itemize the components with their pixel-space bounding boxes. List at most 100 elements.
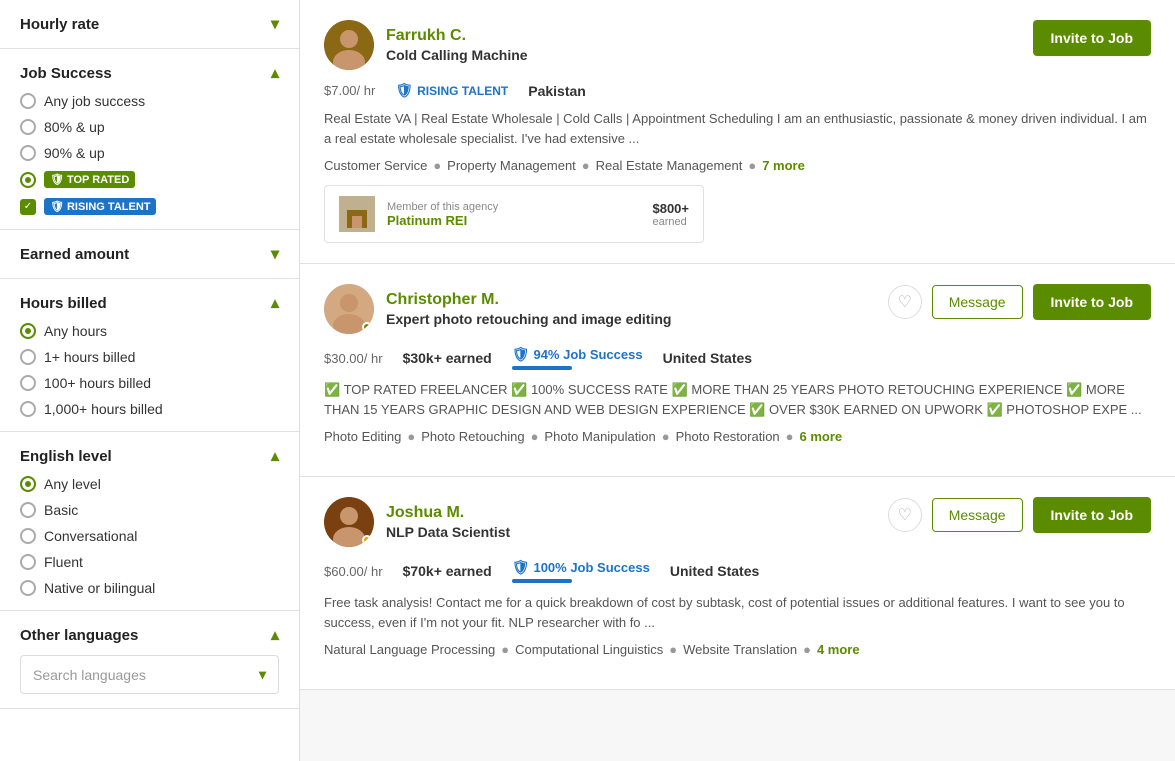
job-success-title: Job Success [20, 65, 112, 82]
radio-english-native [20, 580, 36, 596]
english-any[interactable]: Any level [20, 476, 279, 492]
farrukh-rate: $7.00/ hr [324, 82, 375, 99]
dot-j2: ● [669, 642, 677, 657]
sidebar-section-languages: Other languages ▴ Search languages ▾ [0, 611, 299, 709]
hours-billed-options: Any hours 1+ hours billed 100+ hours bil… [20, 323, 279, 417]
joshua-invite-button[interactable]: Invite to Job [1033, 497, 1151, 533]
freelancer-card-christopher: Christopher M. Expert photo retouching a… [300, 264, 1175, 477]
farrukh-actions: Invite to Job [1033, 20, 1151, 56]
christopher-heart-button[interactable]: ♡ [888, 285, 922, 319]
joshua-info: Joshua M. NLP Data Scientist [386, 504, 510, 540]
christopher-message-button[interactable]: Message [932, 285, 1023, 319]
christopher-meta: $30.00/ hr $30k+ earned 🛡 94% Job Succes… [324, 346, 1151, 370]
joshua-title: NLP Data Scientist [386, 524, 510, 540]
christopher-name[interactable]: Christopher M. [386, 291, 671, 309]
christopher-info: Christopher M. Expert photo retouching a… [386, 291, 671, 327]
job-success-80[interactable]: 80% & up [20, 119, 279, 135]
job-success-90[interactable]: 90% & up [20, 145, 279, 161]
top-rated-label: TOP RATED [67, 174, 129, 186]
joshua-skills-more[interactable]: 4 more [817, 642, 860, 657]
english-chevron: ▴ [271, 446, 279, 466]
shield-icon-joshua: 🛡 [512, 559, 530, 576]
earned-header[interactable]: Earned amount ▾ [20, 244, 279, 264]
agency-earned-label: earned [652, 216, 689, 228]
radio-hours-1plus [20, 349, 36, 365]
joshua-job-success-bar [512, 579, 572, 583]
english-conversational[interactable]: Conversational [20, 528, 279, 544]
rising-talent-badge: 🛡 RISING TALENT [44, 198, 156, 215]
job-success-header[interactable]: Job Success ▴ [20, 63, 279, 83]
job-success-rising-talent[interactable]: ✓ 🛡 RISING TALENT [20, 198, 279, 215]
english-conv-label: Conversational [44, 528, 137, 544]
hours-billed-header[interactable]: Hours billed ▴ [20, 293, 279, 313]
languages-header[interactable]: Other languages ▴ [20, 625, 279, 645]
job-success-any[interactable]: Any job success [20, 93, 279, 109]
christopher-actions: ♡ Message Invite to Job [888, 284, 1151, 320]
radio-80-label: 80% & up [44, 119, 105, 135]
search-languages-dropdown[interactable]: Search languages ▾ [20, 655, 279, 694]
avatar-svg [324, 20, 374, 70]
skill-property-management: Property Management [447, 158, 576, 173]
joshua-location: United States [670, 563, 759, 579]
joshua-status-dot [362, 535, 372, 545]
english-fluent[interactable]: Fluent [20, 554, 279, 570]
farrukh-info: Farrukh C. Cold Calling Machine [386, 27, 528, 63]
freelancer-card-joshua: Joshua M. NLP Data Scientist ♡ Message I… [300, 477, 1175, 690]
christopher-skills-more[interactable]: 6 more [800, 429, 843, 444]
agency-thumb-img [339, 196, 375, 232]
english-basic[interactable]: Basic [20, 502, 279, 518]
dot3: ● [748, 158, 756, 173]
joshua-job-success-wrapper: 🛡 100% Job Success [512, 559, 650, 583]
job-success-chevron: ▴ [271, 63, 279, 83]
english-options: Any level Basic Conversational Fluent Na… [20, 476, 279, 596]
shield-icon-top: 🛡 [50, 173, 64, 186]
farrukh-badge-label: RISING TALENT [417, 84, 508, 98]
joshua-name[interactable]: Joshua M. [386, 504, 510, 522]
christopher-invite-button[interactable]: Invite to Job [1033, 284, 1151, 320]
checkbox-rising-talent: ✓ [20, 199, 36, 215]
christopher-job-success-bar [512, 366, 572, 370]
sidebar-section-hours-billed: Hours billed ▴ Any hours 1+ hours billed… [0, 279, 299, 432]
hourly-rate-header[interactable]: Hourly rate ▾ [20, 14, 279, 34]
sidebar-section-earned: Earned amount ▾ [0, 230, 299, 279]
joshua-description: Free task analysis! Contact me for a qui… [324, 593, 1151, 632]
hours-1000plus[interactable]: 1,000+ hours billed [20, 401, 279, 417]
christopher-online-dot [362, 322, 372, 332]
sidebar: Hourly rate ▾ Job Success ▴ Any job succ… [0, 0, 300, 761]
search-languages-chevron-icon: ▾ [259, 666, 266, 683]
main-content: Farrukh C. Cold Calling Machine Invite t… [300, 0, 1175, 761]
christopher-identity: Christopher M. Expert photo retouching a… [324, 284, 671, 334]
farrukh-invite-button[interactable]: Invite to Job [1033, 20, 1151, 56]
christopher-header: Christopher M. Expert photo retouching a… [324, 284, 1151, 334]
farrukh-identity: Farrukh C. Cold Calling Machine [324, 20, 528, 70]
christopher-earned: $30k+ earned [403, 350, 492, 366]
joshua-message-button[interactable]: Message [932, 498, 1023, 532]
english-native[interactable]: Native or bilingual [20, 580, 279, 596]
farrukh-skills-more[interactable]: 7 more [762, 158, 805, 173]
hours-100plus[interactable]: 100+ hours billed [20, 375, 279, 391]
skill-photo-editing: Photo Editing [324, 429, 401, 444]
dot-j3: ● [803, 642, 811, 657]
farrukh-agency-box: Member of this agency Platinum REI $800+… [324, 185, 704, 243]
agency-name[interactable]: Platinum REI [387, 213, 640, 228]
job-success-top-rated[interactable]: 🛡 TOP RATED [20, 171, 279, 188]
skill-comp-ling: Computational Linguistics [515, 642, 663, 657]
english-header[interactable]: English level ▴ [20, 446, 279, 466]
joshua-identity: Joshua M. NLP Data Scientist [324, 497, 510, 547]
sidebar-section-hourly-rate: Hourly rate ▾ [0, 0, 299, 49]
radio-90-label: 90% & up [44, 145, 105, 161]
rising-talent-label: RISING TALENT [67, 201, 151, 213]
skill-photo-restoration: Photo Restoration [676, 429, 780, 444]
agency-member-label: Member of this agency [387, 201, 640, 213]
joshua-heart-button[interactable]: ♡ [888, 498, 922, 532]
freelancer-card-farrukh: Farrukh C. Cold Calling Machine Invite t… [300, 0, 1175, 264]
farrukh-location: Pakistan [528, 83, 586, 99]
joshua-header: Joshua M. NLP Data Scientist ♡ Message I… [324, 497, 1151, 547]
joshua-meta: $60.00/ hr $70k+ earned 🛡 100% Job Succe… [324, 559, 1151, 583]
shield-icon-rising: 🛡 [50, 200, 64, 213]
joshua-actions: ♡ Message Invite to Job [888, 497, 1151, 533]
hours-any[interactable]: Any hours [20, 323, 279, 339]
radio-hours-100plus [20, 375, 36, 391]
hours-1plus[interactable]: 1+ hours billed [20, 349, 279, 365]
farrukh-name[interactable]: Farrukh C. [386, 27, 528, 45]
